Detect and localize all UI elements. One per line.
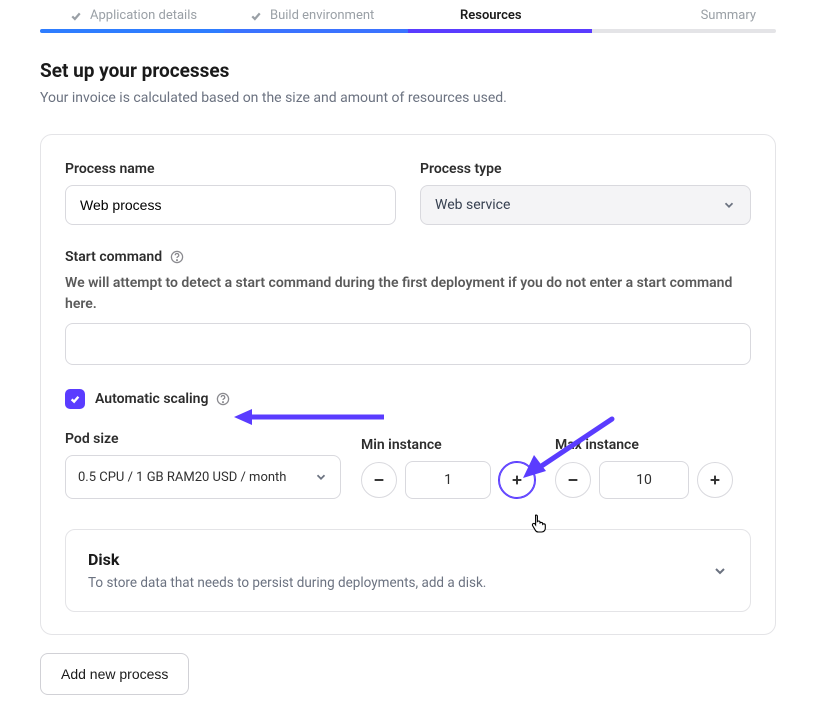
max-decrement-button[interactable]: [555, 462, 591, 498]
step-label: Summary: [701, 8, 756, 23]
step-label: Build environment: [270, 8, 374, 23]
disk-panel[interactable]: Disk To store data that needs to persist…: [65, 529, 751, 612]
step-summary[interactable]: Summary: [660, 8, 776, 23]
max-instance-input[interactable]: 10: [599, 461, 689, 499]
process-card: Process name Process type Web service St…: [40, 134, 776, 635]
max-instance-label: Max instance: [555, 437, 733, 453]
process-type-value: Web service: [435, 197, 510, 213]
wizard-stepper: Application details Build environment Re…: [40, 0, 776, 29]
step-label: Resources: [460, 8, 522, 23]
page-title: Set up your processes: [40, 59, 776, 82]
start-command-hint: We will attempt to detect a start comman…: [65, 273, 751, 315]
automatic-scaling-label: Automatic scaling: [95, 391, 230, 407]
start-command-label: Start command: [65, 249, 751, 265]
pod-size-select[interactable]: 0.5 CPU / 1 GB RAM20 USD / month: [65, 455, 341, 499]
chevron-down-icon: [314, 470, 328, 484]
step-resources[interactable]: Resources: [460, 8, 660, 23]
pod-size-value: 0.5 CPU / 1 GB RAM20 USD / month: [78, 470, 286, 485]
start-command-input[interactable]: [65, 323, 751, 365]
disk-subtitle: To store data that needs to persist duri…: [88, 575, 486, 591]
min-instance-input[interactable]: 1: [405, 461, 491, 499]
help-icon[interactable]: [216, 392, 230, 406]
pod-size-label: Pod size: [65, 431, 341, 447]
min-instance-label: Min instance: [361, 437, 535, 453]
step-label: Application details: [90, 8, 197, 23]
check-icon: [250, 10, 262, 22]
page-subtitle: Your invoice is calculated based on the …: [40, 90, 776, 106]
process-type-select[interactable]: Web service: [420, 185, 751, 225]
add-new-process-button[interactable]: Add new process: [40, 653, 189, 695]
process-name-input[interactable]: [65, 185, 396, 225]
progress-bar: [40, 29, 776, 33]
process-name-label: Process name: [65, 161, 396, 177]
check-icon: [70, 10, 82, 22]
chevron-down-icon: [722, 198, 736, 212]
process-type-label: Process type: [420, 161, 751, 177]
automatic-scaling-checkbox[interactable]: [65, 389, 85, 409]
chevron-down-icon: [712, 563, 728, 579]
help-icon[interactable]: [170, 250, 184, 264]
disk-title: Disk: [88, 550, 486, 569]
max-increment-button[interactable]: [697, 462, 733, 498]
min-decrement-button[interactable]: [361, 462, 397, 498]
step-build-environment[interactable]: Build environment: [250, 8, 460, 23]
min-increment-button[interactable]: [499, 462, 535, 498]
step-application-details[interactable]: Application details: [70, 8, 250, 23]
